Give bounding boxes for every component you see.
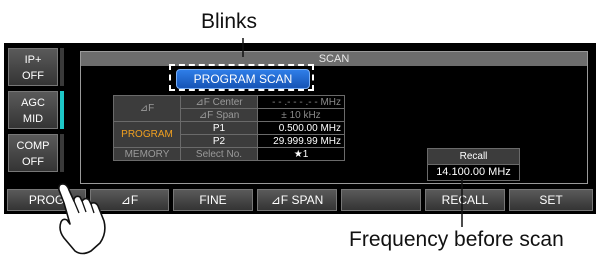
annotation-overlay (58, 38, 463, 255)
hand-pointer-icon (58, 183, 106, 255)
